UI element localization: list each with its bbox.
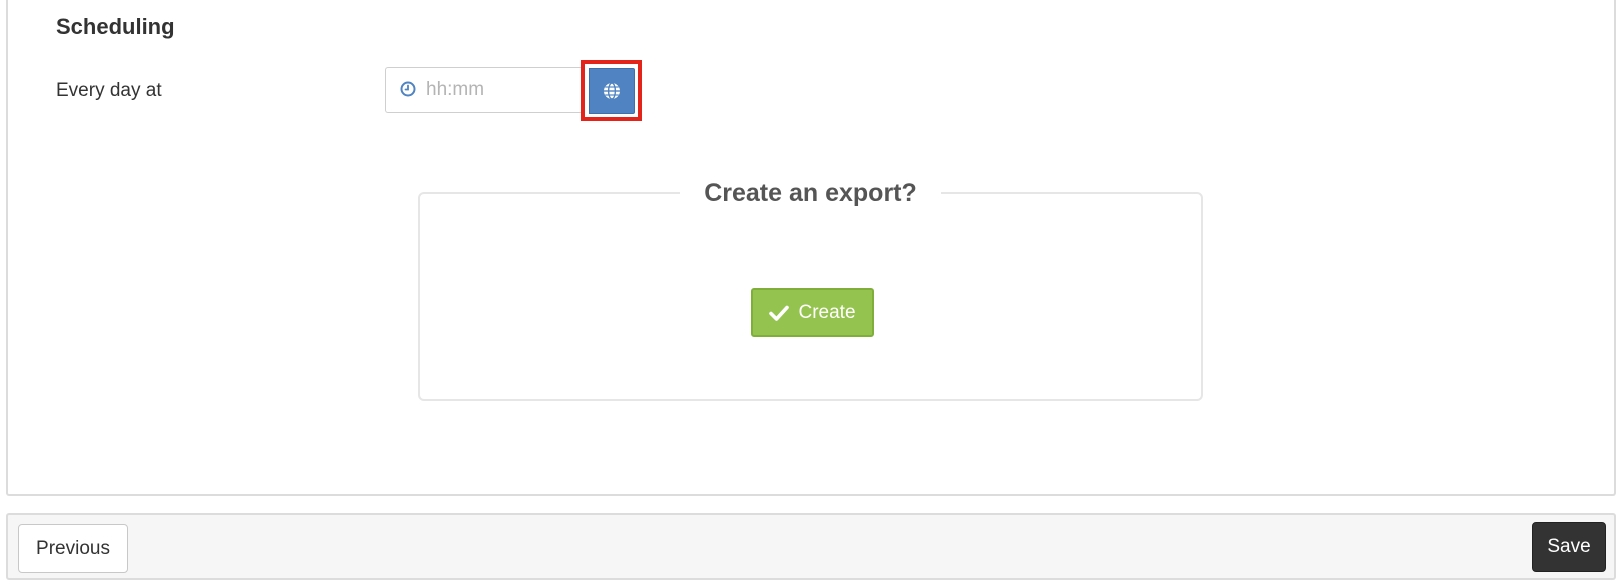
footer-bar: Previous Save	[6, 513, 1616, 580]
save-button[interactable]: Save	[1532, 522, 1606, 572]
create-button[interactable]: Create	[751, 288, 874, 337]
export-legend-text: Create an export?	[680, 176, 941, 210]
check-icon	[769, 305, 790, 321]
globe-icon	[604, 82, 620, 100]
time-input-group	[385, 67, 583, 113]
export-fieldset: Create an export? Create	[418, 176, 1203, 401]
previous-button[interactable]: Previous	[18, 524, 128, 573]
timezone-button[interactable]	[589, 68, 635, 114]
every-day-label: Every day at	[56, 80, 162, 101]
time-input[interactable]	[426, 68, 576, 112]
clock-icon	[400, 81, 416, 97]
export-legend: Create an export?	[420, 176, 1201, 210]
page: Scheduling Every day at Create an export…	[0, 0, 1622, 586]
time-field-wrapper	[385, 67, 583, 113]
create-button-label: Create	[798, 301, 856, 323]
section-title: Scheduling	[56, 14, 175, 39]
